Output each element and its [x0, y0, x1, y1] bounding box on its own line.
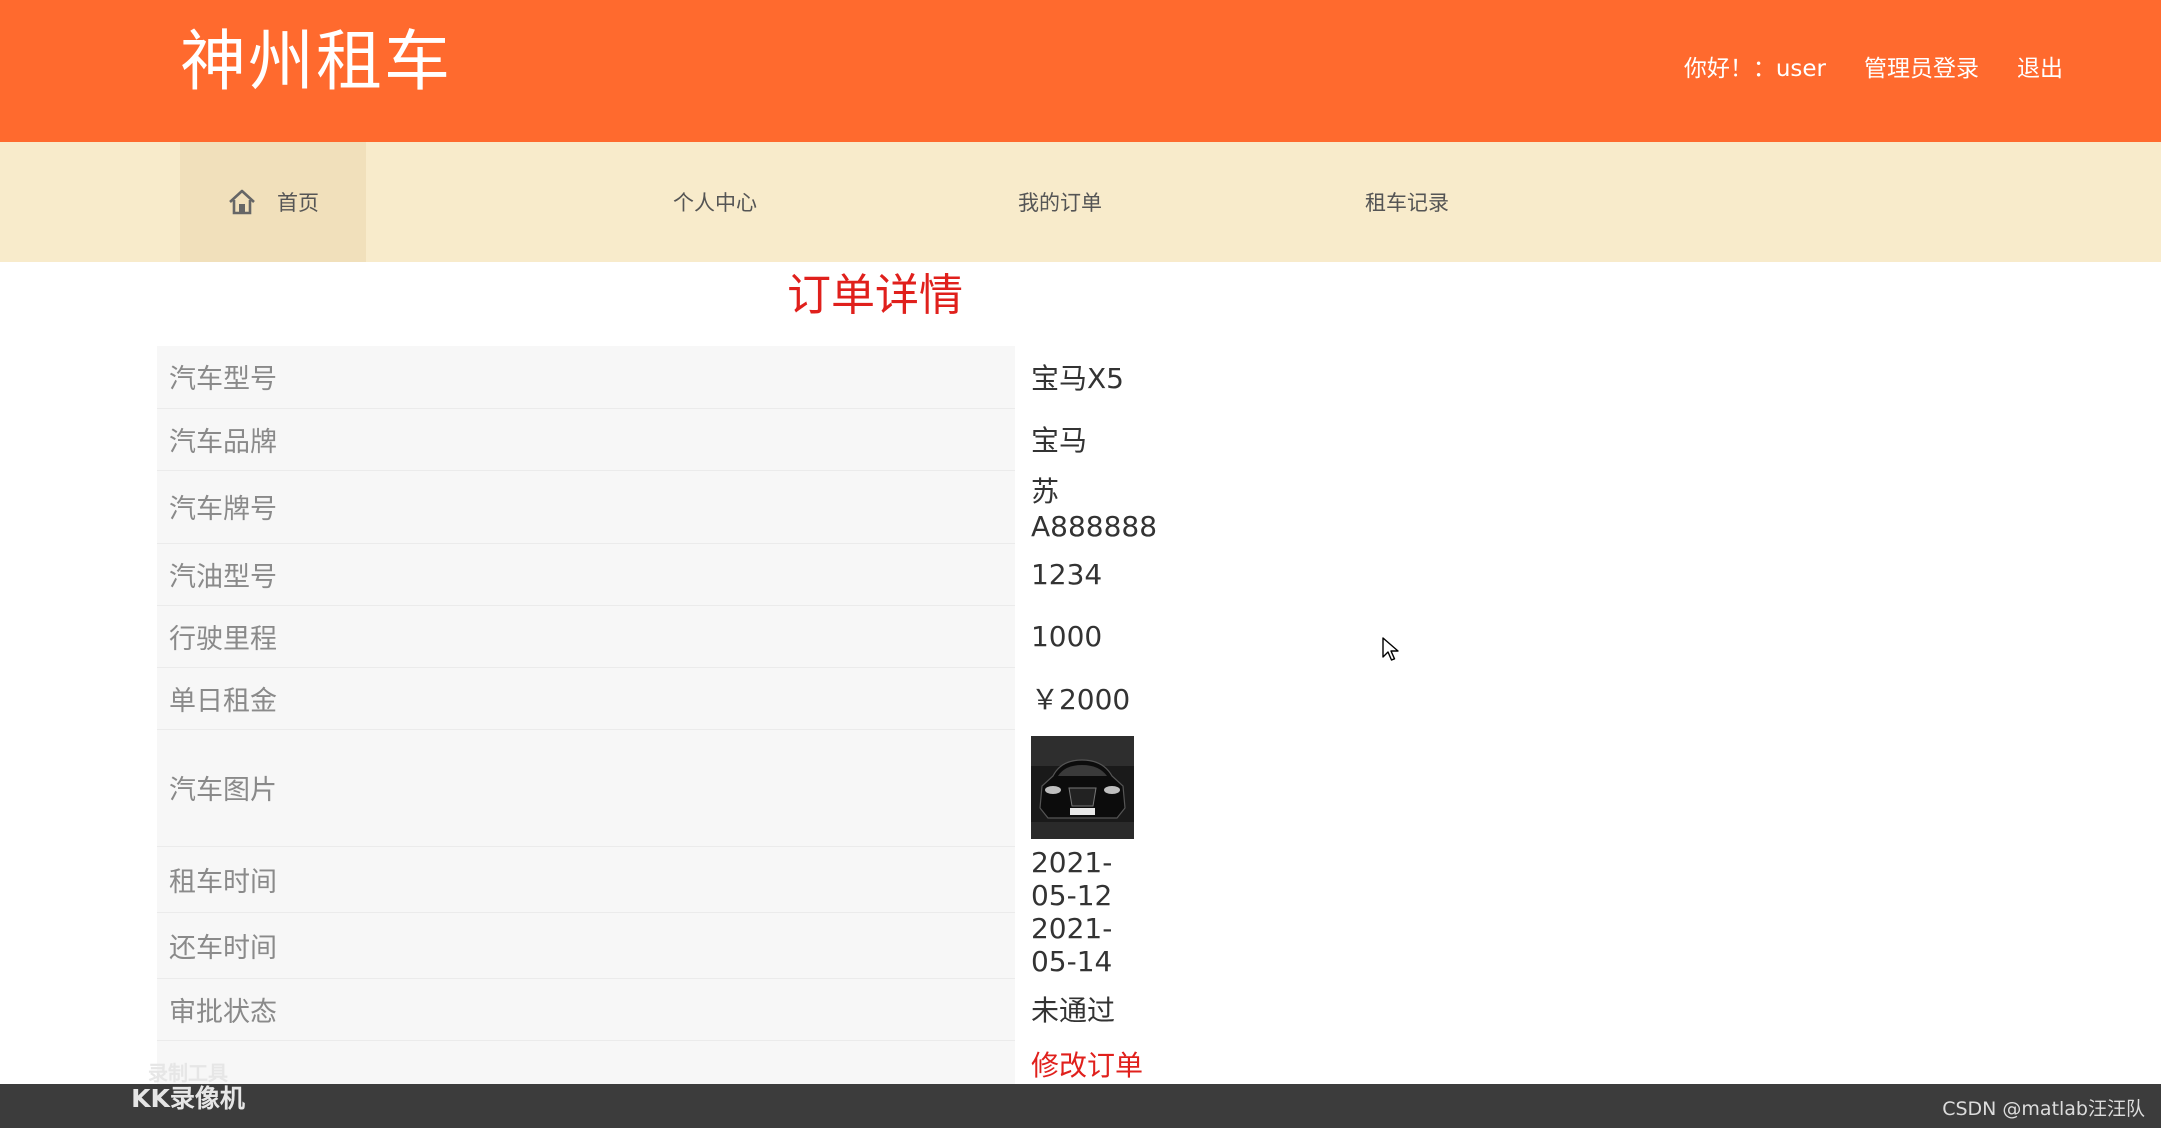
nav-item-home-label: 首页: [277, 191, 319, 215]
detail-value-fuel: 1234: [1030, 557, 1103, 591]
detail-label-empty: [157, 1040, 1015, 1089]
detail-row-model: 汽车型号 宝马X5: [157, 346, 1157, 409]
nav-item-orders[interactable]: 我的订单: [965, 142, 1155, 262]
detail-row-action: 修改订单: [157, 1040, 1157, 1089]
detail-row-status: 审批状态 未通过: [157, 978, 1157, 1041]
nav-item-records[interactable]: 租车记录: [1312, 142, 1502, 262]
user-greeting: 你好！：user: [1683, 56, 1826, 82]
mouse-pointer-icon: [1382, 637, 1399, 661]
site-header: 神州租车 你好！：user 管理员登录 退出: [0, 0, 2161, 142]
detail-row-return-date: 还车时间 2021-05-14: [157, 912, 1157, 979]
detail-label: 汽油型号: [157, 543, 1015, 606]
detail-row-mileage: 行驶里程 1000: [157, 605, 1157, 668]
main-nav: 首页 个人中心 我的订单 租车记录: [0, 142, 2161, 262]
detail-label: 行驶里程: [157, 605, 1015, 668]
detail-row-plate: 汽车牌号 苏A888888: [157, 470, 1158, 544]
detail-value-image: [1015, 729, 1157, 846]
detail-label: 租车时间: [157, 846, 1015, 913]
detail-row-rent-date: 租车时间 2021-05-12: [157, 846, 1157, 913]
edit-order-link[interactable]: 修改订单: [1031, 1049, 1143, 1082]
detail-row-rent: 单日租金 ￥2000: [157, 667, 1157, 730]
detail-row-fuel: 汽油型号 1234: [157, 543, 1157, 606]
detail-value-status: 未通过: [1030, 994, 1115, 1027]
detail-row-brand: 汽车品牌 宝马: [157, 408, 1157, 471]
detail-value-brand: 宝马: [1030, 424, 1087, 457]
bottom-bar: [0, 1084, 2161, 1128]
user-links: 你好！：user 管理员登录 退出: [1684, 46, 2063, 86]
detail-value-mileage: 1000: [1030, 619, 1103, 653]
detail-value-rent-date: 2021-05-12: [1030, 846, 1113, 912]
status-label: 审批状态: [169, 996, 277, 1028]
detail-value-plate: 苏A888888: [1030, 475, 1158, 543]
detail-label: 单日租金: [157, 667, 1015, 730]
detail-value-rent: ￥2000: [1030, 683, 1131, 716]
nav-item-profile[interactable]: 个人中心: [620, 142, 810, 262]
site-title: 神州租车: [180, 23, 452, 100]
recorder-watermark: 录制工具 KK录像机: [118, 1062, 258, 1114]
order-detail-table: 汽车型号 宝马X5 汽车品牌 宝马 汽车牌号 苏A888888 汽油型号 123…: [157, 346, 1157, 1089]
csdn-watermark: CSDN @matlab汪汪队: [1942, 1098, 2145, 1120]
detail-label: 汽车图片: [157, 729, 1015, 847]
nav-item-home[interactable]: 首页: [180, 142, 366, 262]
admin-login-link[interactable]: 管理员登录: [1864, 49, 1979, 83]
logout-link[interactable]: 退出: [2017, 49, 2063, 83]
detail-value-return-date: 2021-05-14: [1030, 912, 1113, 978]
detail-label: 审批状态: [157, 978, 1015, 1041]
detail-label: 还车时间: [157, 912, 1015, 979]
detail-row-image: 汽车图片: [157, 729, 1157, 847]
home-icon: [229, 189, 255, 215]
page-title: 订单详情: [787, 270, 963, 321]
recorder-watermark-line2: KK录像机: [131, 1084, 245, 1113]
detail-label: 汽车牌号: [157, 470, 1015, 544]
detail-label: 汽车型号: [157, 346, 1015, 409]
recorder-watermark-line1: 录制工具: [148, 1061, 228, 1085]
detail-label: 汽车品牌: [157, 408, 1015, 471]
detail-value-action: 修改订单: [1015, 1040, 1157, 1088]
detail-value-model: 宝马X5: [1030, 362, 1124, 395]
car-image: [1030, 736, 1134, 839]
